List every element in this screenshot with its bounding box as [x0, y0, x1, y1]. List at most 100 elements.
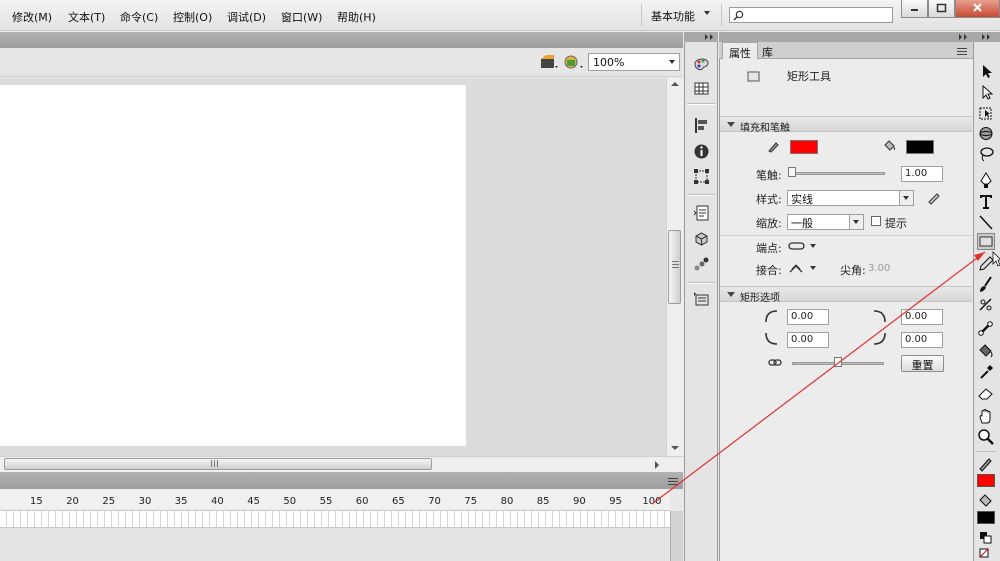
- timeline-tick-label: 95: [609, 496, 622, 507]
- help-search-input[interactable]: [729, 7, 893, 23]
- hand-tool-icon[interactable]: [977, 408, 995, 425]
- stroke-color-chip[interactable]: [977, 474, 995, 487]
- expand-icon[interactable]: [959, 34, 970, 40]
- timeline-tick-label: 40: [211, 496, 224, 507]
- timeline-tick-label: 80: [500, 496, 514, 507]
- code-snippets-icon[interactable]: [693, 205, 710, 222]
- timeline-tick-label: 75: [464, 496, 478, 507]
- collapse-icon[interactable]: [705, 34, 715, 40]
- timeline-ruler[interactable]: [0, 489, 670, 511]
- fill-color-swatch[interactable]: [906, 140, 934, 154]
- chevron-down-icon[interactable]: [810, 266, 816, 270]
- vertical-scroll-thumb[interactable]: [668, 230, 681, 304]
- project-icon[interactable]: [693, 291, 710, 308]
- maximize-icon: [936, 3, 947, 13]
- edit-stroke-style-icon[interactable]: [926, 190, 941, 205]
- stroke-color-icon: [979, 458, 992, 472]
- zoom-value: 100%: [593, 56, 625, 69]
- expand-icon[interactable]: [982, 34, 992, 40]
- swap-colors-icon[interactable]: [977, 529, 995, 546]
- zoom-select[interactable]: 100%: [588, 53, 680, 71]
- align-icon[interactable]: [693, 117, 710, 134]
- transform-icon[interactable]: [693, 168, 710, 185]
- stroke-color-swatch[interactable]: [790, 140, 818, 154]
- corner-bottom-right-input[interactable]: 0.00: [901, 332, 943, 348]
- subselection-tool-icon[interactable]: [977, 84, 995, 101]
- join-round-icon[interactable]: [788, 262, 804, 274]
- bone-tool-icon[interactable]: [977, 320, 995, 337]
- lasso-tool-icon[interactable]: [977, 146, 995, 163]
- 3d-rotation-tool-icon[interactable]: [977, 125, 995, 142]
- edit-scene-icon[interactable]: [540, 55, 560, 71]
- stroke-width-slider-thumb[interactable]: [788, 167, 796, 177]
- menu-debug[interactable]: 调试(D): [227, 9, 266, 25]
- rectangle-tool-button[interactable]: [977, 233, 995, 250]
- stroke-style-select[interactable]: 实线: [787, 190, 914, 206]
- timeline-frame-strip[interactable]: [0, 511, 670, 528]
- document-header-bar: [0, 32, 683, 48]
- chevron-down-icon[interactable]: [810, 244, 816, 248]
- motion-presets-icon[interactable]: [693, 256, 710, 273]
- hint-checkbox[interactable]: [871, 216, 881, 226]
- menu-modify[interactable]: 修改(M): [12, 9, 52, 25]
- scroll-right-icon: [655, 461, 659, 469]
- reset-button[interactable]: 重置: [901, 355, 944, 372]
- text-tool-icon[interactable]: [977, 193, 995, 210]
- swatches-icon[interactable]: [693, 80, 710, 97]
- maximize-button[interactable]: [928, 0, 955, 18]
- menu-commands[interactable]: 命令(C): [120, 9, 158, 25]
- edit-symbols-icon[interactable]: [563, 54, 585, 71]
- panel-menu-icon[interactable]: [668, 477, 680, 485]
- timeline-tick-label: 85: [536, 496, 550, 507]
- stage-canvas[interactable]: [0, 85, 466, 446]
- selection-tool-icon[interactable]: [977, 63, 995, 80]
- grip-icon: [211, 460, 218, 467]
- menu-control[interactable]: 控制(O): [173, 9, 212, 25]
- brush-tool-icon[interactable]: [977, 276, 995, 293]
- no-color-icon[interactable]: [977, 547, 995, 559]
- scale-label: 缩放:: [756, 217, 782, 230]
- menu-text[interactable]: 文本(T): [68, 9, 105, 25]
- timeline-tick-label: 50: [283, 496, 297, 507]
- tab-library[interactable]: 库: [756, 42, 779, 59]
- stroke-width-input[interactable]: 1.00: [901, 166, 943, 182]
- timeline-tick-label: 35: [174, 496, 188, 507]
- scroll-down-icon: [671, 446, 679, 450]
- color-palette-icon[interactable]: [693, 55, 710, 72]
- stroke-width-slider[interactable]: [791, 172, 885, 175]
- minimize-button[interactable]: [901, 0, 928, 18]
- corner-bottom-left-input[interactable]: 0.00: [787, 332, 829, 348]
- eraser-tool-icon[interactable]: [977, 384, 995, 401]
- panel-menu-icon[interactable]: [957, 47, 969, 55]
- menu-window[interactable]: 窗口(W): [281, 9, 322, 25]
- cap-label: 端点:: [756, 242, 782, 255]
- eyedropper-tool-icon[interactable]: [977, 363, 995, 380]
- pen-tool-icon[interactable]: [977, 172, 995, 189]
- cap-round-icon[interactable]: [788, 241, 806, 251]
- close-button[interactable]: [955, 0, 1000, 18]
- timeline-body: [0, 529, 670, 561]
- hint-label: 提示: [885, 217, 907, 230]
- corner-top-right-input[interactable]: 0.00: [901, 309, 943, 325]
- workspace-switcher[interactable]: 基本功能: [651, 8, 695, 24]
- tab-properties[interactable]: 属性: [722, 42, 758, 60]
- corner-top-left-input[interactable]: 0.00: [787, 309, 829, 325]
- line-tool-icon[interactable]: [977, 214, 995, 231]
- menu-help[interactable]: 帮助(H): [337, 9, 376, 25]
- timeline-tick-label: 45: [247, 496, 260, 507]
- lock-corners-icon[interactable]: [768, 358, 783, 368]
- fill-color-chip[interactable]: [977, 511, 995, 524]
- divider: [687, 194, 715, 196]
- components-icon[interactable]: [693, 231, 710, 248]
- corner-radius-slider-thumb[interactable]: [834, 357, 842, 367]
- free-transform-tool-icon[interactable]: [977, 105, 995, 122]
- info-icon[interactable]: [693, 143, 710, 160]
- section-rect-options-header[interactable]: 矩形选项: [720, 286, 972, 304]
- timeline-tick-label: 90: [573, 496, 586, 507]
- section-fill-stroke-header[interactable]: 填充和笔触: [720, 116, 972, 134]
- zoom-tool-icon[interactable]: [977, 428, 995, 445]
- paint-bucket-tool-icon[interactable]: [977, 342, 995, 359]
- scale-select[interactable]: 一般: [787, 214, 864, 230]
- deco-tool-icon[interactable]: [977, 296, 995, 313]
- timeline-vertical-scrollbar[interactable]: [670, 511, 683, 561]
